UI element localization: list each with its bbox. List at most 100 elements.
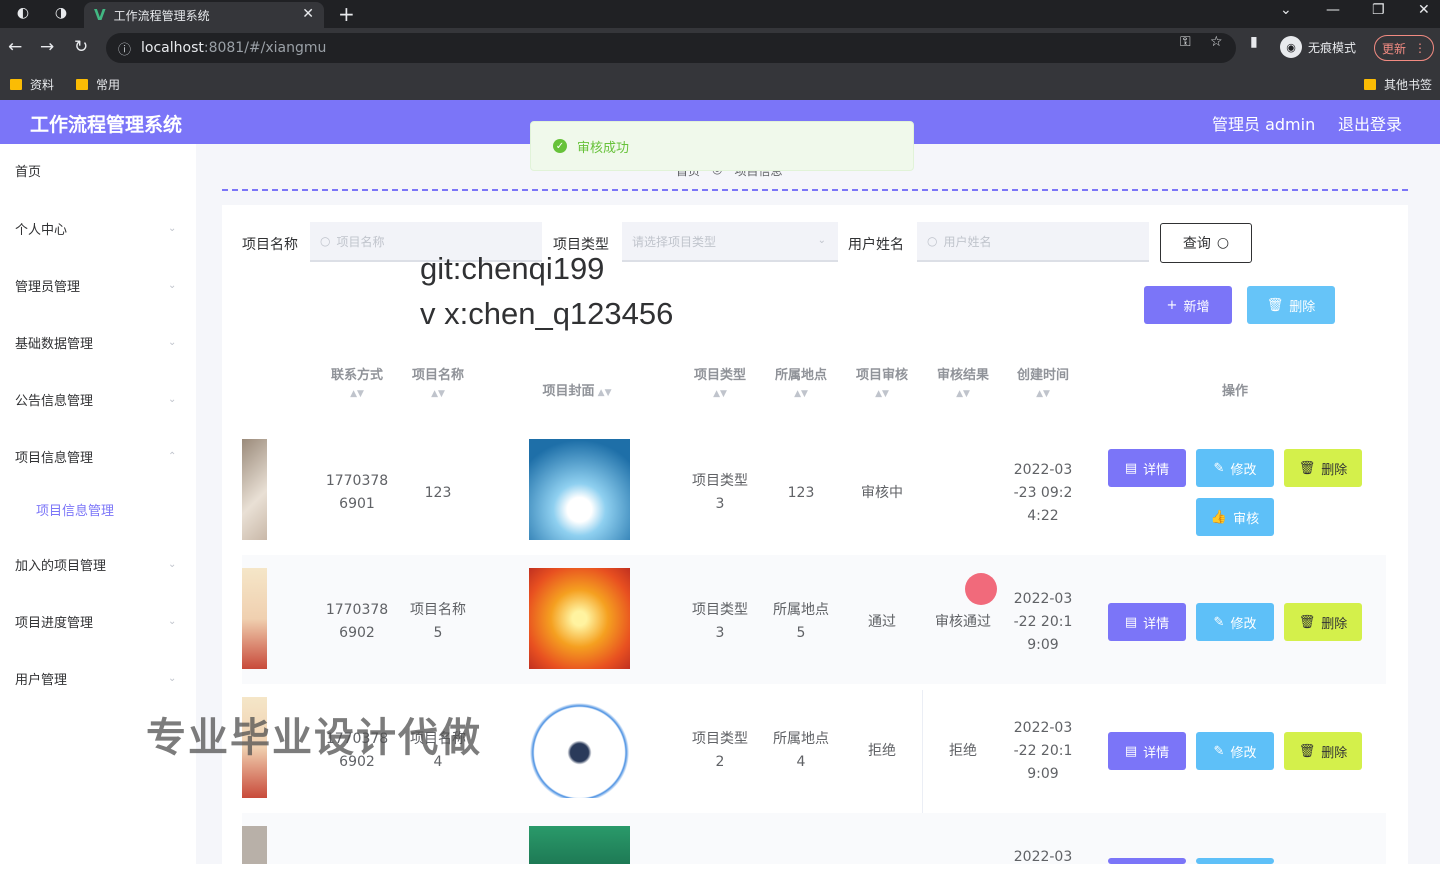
sidebar-item-profile[interactable]: 个人中心 (15, 219, 67, 238)
sidebar-item-basedata[interactable]: 基础数据管理 (15, 333, 93, 352)
batch-delete-button[interactable]: 🗑 删除 (1247, 286, 1335, 324)
project-cover-image[interactable] (529, 568, 630, 669)
sort-icon[interactable]: ▲▼ (595, 388, 612, 398)
project-type-placeholder: 请选择项目类型 (632, 234, 717, 249)
cell-phone: 1770378 6901 (325, 473, 389, 512)
sidebar-subitem-project[interactable]: 项目信息管理 (36, 500, 114, 519)
sort-icon[interactable]: ▲▼ (928, 389, 998, 399)
col-cover[interactable]: 项目封面 ▲▼ (527, 380, 627, 399)
add-label: 新增 (1183, 299, 1210, 315)
col-result-label: 审核结果 (936, 368, 989, 383)
edit-button[interactable]: ✎ 修改 (1196, 603, 1274, 641)
delete-button[interactable]: 🗑 删除 (1284, 449, 1362, 487)
audit-button[interactable]: 👍 审核 (1196, 498, 1274, 536)
browser-tab-inactive-icon[interactable]: ◑ (52, 4, 70, 22)
vue-logo-icon: V (94, 6, 106, 24)
sidepanel-icon[interactable]: ▮ (1250, 34, 1258, 50)
audit-label: 审核 (1233, 511, 1260, 527)
col-time-label: 创建时间 (1016, 368, 1069, 383)
edit-button[interactable]: ✎ 修改 (1196, 732, 1274, 770)
query-button[interactable]: 查询 ○ (1160, 223, 1252, 263)
project-cover-image[interactable] (529, 697, 630, 798)
search-icon: ○ (927, 234, 938, 248)
project-type-select[interactable]: 请选择项目类型 ⌄ (622, 222, 838, 262)
sort-icon[interactable]: ▲▼ (685, 389, 755, 399)
sort-icon[interactable]: ▲▼ (403, 389, 473, 399)
detail-button[interactable]: ▤ 详情 (1108, 732, 1186, 770)
tab-search-icon[interactable]: ⌄ (1280, 2, 1292, 18)
chevron-down-icon: ⌄ (168, 616, 177, 627)
minimize-icon[interactable]: — (1326, 2, 1340, 18)
project-cover-image[interactable] (529, 439, 630, 540)
bookmark-star-icon[interactable]: ☆ (1210, 34, 1223, 50)
col-audit[interactable]: 项目审核 ▲▼ (847, 364, 917, 399)
cell-place: 所属地点 4 (773, 731, 829, 770)
bookmark-folder-1[interactable]: 资料 (10, 76, 54, 93)
restore-icon[interactable]: ❐ (1372, 2, 1385, 18)
sidebar-item-users[interactable]: 用户管理 (15, 669, 67, 688)
col-time[interactable]: 创建时间 ▲▼ (1008, 364, 1078, 399)
row-image-partial (242, 439, 267, 540)
mouse-cursor-highlight (965, 573, 997, 605)
project-cover-image[interactable] (529, 826, 630, 864)
sidebar-item-admin[interactable]: 管理员管理 (15, 276, 80, 295)
update-button[interactable]: 更新 ⋮ (1374, 35, 1434, 61)
chevron-down-icon: ⌄ (817, 235, 826, 246)
cell-type: 项目类型 3 (692, 473, 748, 512)
tab-close-icon[interactable]: ✕ (302, 6, 314, 22)
site-info-icon[interactable]: ⓘ (118, 39, 131, 58)
sort-icon[interactable]: ▲▼ (847, 389, 917, 399)
pencil-icon: ✎ (1213, 743, 1225, 759)
col-phone-label: 联系方式 (330, 368, 383, 383)
password-key-icon[interactable]: ⚿ (1180, 34, 1191, 50)
back-icon[interactable]: ← (8, 37, 22, 57)
incognito-icon: ◉ (1280, 36, 1302, 58)
url-input[interactable]: ⓘ localhost:8081/#/xiangmu (106, 33, 1236, 63)
forward-icon[interactable]: → (40, 37, 54, 57)
edit-button[interactable] (1196, 858, 1274, 864)
reload-icon[interactable]: ↻ (74, 37, 88, 57)
bookmark-folder-2[interactable]: 常用 (76, 76, 120, 93)
browser-tab-active[interactable]: V 工作流程管理系统 ✕ (84, 2, 324, 28)
incognito-indicator[interactable]: ◉ 无痕模式 (1280, 36, 1356, 58)
address-bar-row: ← → ↻ ⓘ localhost:8081/#/xiangmu ⚿ ☆ ▮ ◉… (0, 28, 1440, 68)
sidebar-item-progress[interactable]: 项目进度管理 (15, 612, 93, 631)
user-name-input[interactable]: ○ 用户姓名 (917, 222, 1149, 262)
col-phone[interactable]: 联系方式 ▲▼ (322, 364, 392, 399)
sort-icon[interactable]: ▲▼ (766, 389, 836, 399)
sort-icon[interactable]: ▲▼ (1008, 389, 1078, 399)
sidebar-item-joined[interactable]: 加入的项目管理 (15, 555, 106, 574)
logout-link[interactable]: 退出登录 (1338, 111, 1402, 135)
new-tab-icon[interactable]: + (338, 2, 355, 26)
trash-icon: 🗑 (1298, 743, 1316, 759)
delete-button[interactable]: 🗑 删除 (1284, 603, 1362, 641)
trash-icon: 🗑 (1298, 614, 1316, 630)
edit-button[interactable]: ✎ 修改 (1196, 449, 1274, 487)
search-icon: ○ (320, 234, 331, 248)
app-title: 工作流程管理系统 (30, 114, 183, 136)
delete-button[interactable]: 🗑 删除 (1284, 732, 1362, 770)
other-bookmarks[interactable]: 其他书签 (1364, 76, 1432, 93)
browser-profile-icon[interactable]: ◐ (14, 4, 32, 22)
sort-icon[interactable]: ▲▼ (322, 389, 392, 399)
detail-button[interactable]: ▤ 详情 (1108, 603, 1186, 641)
detail-label: 详情 (1143, 616, 1170, 632)
document-icon: ▤ (1124, 460, 1138, 476)
edit-label: 修改 (1230, 745, 1257, 761)
col-cover-label: 项目封面 (542, 384, 595, 399)
close-window-icon[interactable]: ✕ (1418, 2, 1430, 18)
col-place[interactable]: 所属地点 ▲▼ (766, 364, 836, 399)
sidebar-item-notice[interactable]: 公告信息管理 (15, 390, 93, 409)
chevron-down-icon: ⌄ (168, 223, 177, 234)
col-type[interactable]: 项目类型 ▲▼ (685, 364, 755, 399)
detail-button[interactable] (1108, 858, 1186, 864)
sidebar-item-home[interactable]: 首页 (15, 161, 41, 180)
document-icon: ▤ (1124, 614, 1138, 630)
detail-button[interactable]: ▤ 详情 (1108, 449, 1186, 487)
watermark-line1: git:chenqi199 (420, 251, 605, 286)
add-button[interactable]: + 新增 (1144, 286, 1232, 324)
col-result[interactable]: 审核结果 ▲▼ (928, 364, 998, 399)
divider (222, 189, 1408, 191)
col-name[interactable]: 项目名称 ▲▼ (403, 364, 473, 399)
sidebar-item-project[interactable]: 项目信息管理 (15, 447, 93, 466)
